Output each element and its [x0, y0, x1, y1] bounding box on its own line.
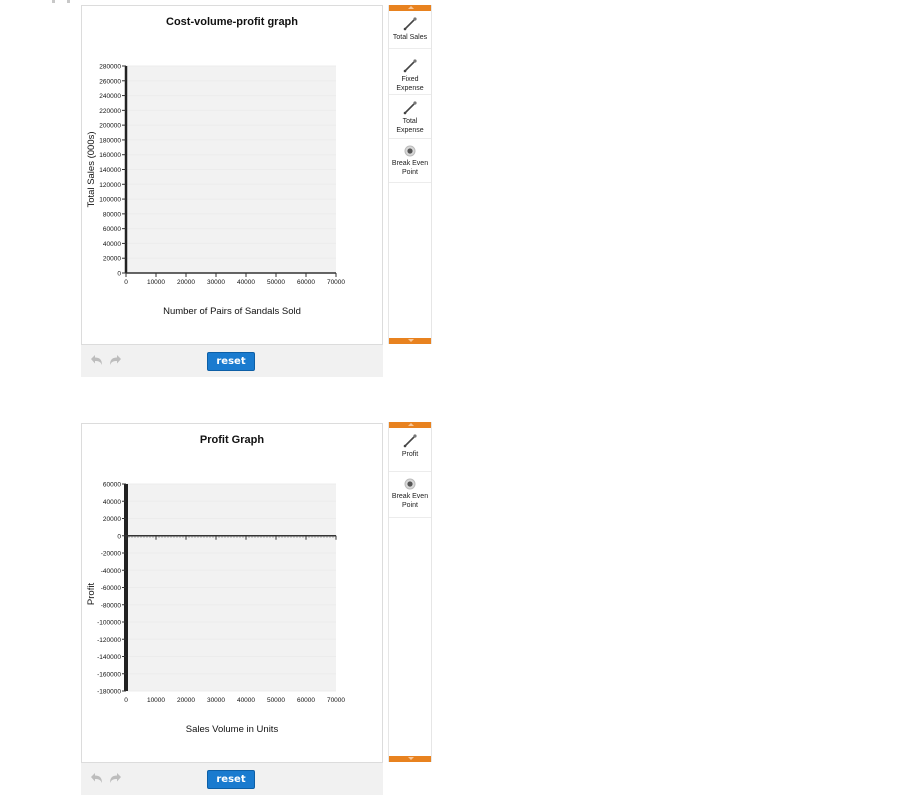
x-tick-label: 50000	[267, 697, 285, 704]
x-tick-label: 50000	[267, 279, 285, 286]
y-tick-label: 0	[117, 533, 121, 540]
tool-label: Break Even Point	[391, 493, 429, 509]
y-tick-label: -120000	[97, 637, 121, 644]
tool-label: Break Even Point	[391, 160, 429, 176]
x-tick-label: 60000	[297, 697, 315, 704]
x-tick-label: 70000	[327, 279, 345, 286]
x-tick-label: 70000	[327, 697, 345, 704]
y-tick-label: 0	[117, 271, 121, 278]
cvp-graph-svg[interactable]: Cost-volume-profit graph 0 20000 40000 60000…	[82, 6, 382, 344]
undo-icon[interactable]	[89, 354, 103, 366]
x-tick-label: 20000	[177, 697, 195, 704]
reset-button[interactable]: reset	[207, 352, 255, 371]
cvp-tool-palette: Total Sales Fixed Expense Total Expense …	[388, 5, 432, 344]
palette-scroll-down[interactable]	[389, 338, 431, 344]
redo-icon[interactable]	[109, 772, 123, 784]
y-tick-label: -180000	[97, 689, 121, 696]
profit-graph-toolbar: reset	[81, 763, 383, 795]
y-axis-label: Total Sales (000s)	[86, 131, 97, 207]
tool-break-even-point[interactable]: Break Even Point	[389, 472, 431, 518]
y-tick-label: -140000	[97, 654, 121, 661]
y-tick-label: 20000	[103, 256, 121, 263]
y-tick-label: 220000	[99, 108, 121, 115]
y-tick-label: 80000	[103, 211, 121, 218]
palette-scroll-up[interactable]	[389, 5, 431, 11]
point-tool-icon	[404, 145, 416, 157]
y-tick-label: -160000	[97, 671, 121, 678]
y-tick-label: 60000	[103, 482, 121, 489]
reset-button[interactable]: reset	[207, 770, 255, 789]
tool-label: Total Sales	[392, 34, 428, 41]
y-tick-label: 20000	[103, 516, 121, 523]
x-tick-label: 0	[124, 279, 128, 286]
x-tick-label: 30000	[207, 279, 225, 286]
y-tick-label: 40000	[103, 499, 121, 506]
line-tool-icon	[403, 59, 417, 73]
profit-graph-svg[interactable]: Profit Graph 60000 40000 20000 0 -20000 -40000…	[82, 424, 382, 762]
tool-profit[interactable]: Profit	[389, 428, 431, 472]
x-tick-label: 40000	[237, 279, 255, 286]
palette-scroll-down[interactable]	[389, 756, 431, 762]
chart-title: Cost-volume-profit graph	[166, 16, 298, 28]
y-tick-label: 100000	[99, 197, 121, 204]
x-tick-label: 10000	[147, 279, 165, 286]
cvp-graph-panel[interactable]: Cost-volume-profit graph 0 20000 40000 60000…	[81, 5, 383, 345]
tool-label: Total Expense	[396, 118, 424, 134]
palette-scroll-up[interactable]	[389, 422, 431, 428]
x-tick-label: 40000	[237, 697, 255, 704]
profit-graph-panel[interactable]: Profit Graph 60000 40000 20000 0 -20000 -40000…	[81, 423, 383, 763]
line-tool-icon	[403, 101, 417, 115]
x-axis-label: Number of Pairs of Sandals Sold	[163, 306, 301, 317]
y-tick-label: 160000	[99, 152, 121, 159]
x-tick-label: 20000	[177, 279, 195, 286]
line-tool-icon	[403, 17, 417, 31]
y-tick-label: -60000	[101, 585, 122, 592]
x-tick-label: 10000	[147, 697, 165, 704]
y-tick-label: -20000	[101, 551, 122, 558]
y-tick-label: 180000	[99, 137, 121, 144]
x-axis-label: Sales Volume in Units	[186, 724, 279, 735]
tool-label: Fixed Expense	[396, 76, 424, 92]
y-tick-label: 140000	[99, 167, 121, 174]
tool-break-even-point[interactable]: Break Even Point	[389, 139, 431, 183]
tool-total-expense[interactable]: Total Expense	[389, 95, 431, 139]
y-tick-label: 40000	[103, 241, 121, 248]
tool-fixed-expense[interactable]: Fixed Expense	[389, 49, 431, 95]
y-tick-label: -80000	[101, 602, 122, 609]
cvp-graph-toolbar: reset	[81, 345, 383, 377]
redo-icon[interactable]	[109, 354, 123, 366]
y-tick-label: 280000	[99, 64, 121, 71]
y-tick-label: 120000	[99, 182, 121, 189]
y-tick-label: -40000	[101, 568, 122, 575]
tool-total-sales[interactable]: Total Sales	[389, 11, 431, 49]
point-tool-icon	[404, 478, 416, 490]
y-tick-label: 200000	[99, 123, 121, 130]
chart-title: Profit Graph	[200, 434, 264, 446]
x-tick-label: 60000	[297, 279, 315, 286]
y-tick-label: 240000	[99, 93, 121, 100]
line-tool-icon	[403, 434, 417, 448]
y-axis-label: Profit	[86, 583, 97, 606]
y-tick-label: -100000	[97, 620, 121, 627]
x-tick-label: 30000	[207, 697, 225, 704]
x-tick-label: 0	[124, 697, 128, 704]
y-tick-label: 260000	[99, 78, 121, 85]
y-tick-label: 60000	[103, 226, 121, 233]
tool-label: Profit	[401, 451, 419, 458]
undo-icon[interactable]	[89, 772, 103, 784]
profit-tool-palette: Profit Break Even Point	[388, 422, 432, 762]
